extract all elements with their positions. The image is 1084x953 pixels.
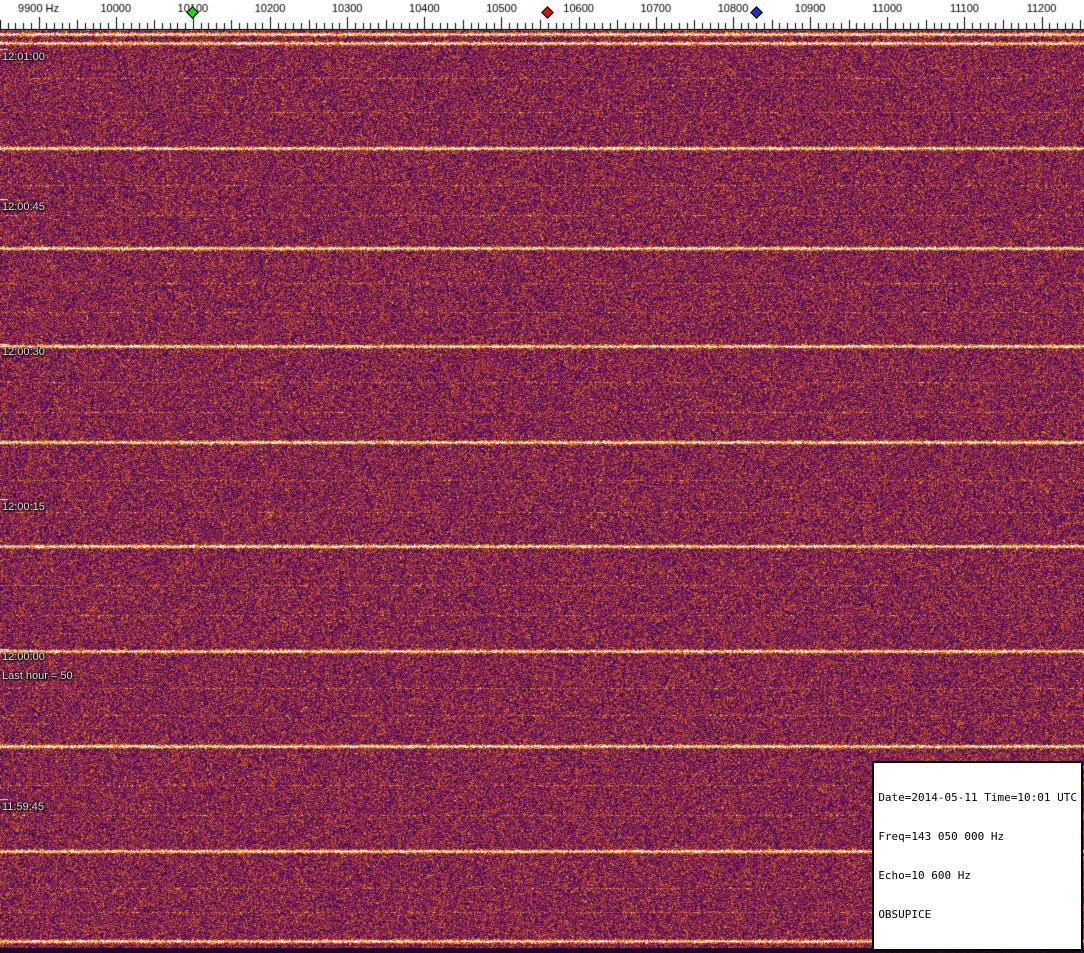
info-date-line: Date=2014-05-11 Time=10:01 UTC	[878, 791, 1077, 804]
info-echo-line: Echo=10 600 Hz	[878, 869, 972, 882]
info-box: Date=2014-05-11 Time=10:01 UTC Freq=143 …	[872, 761, 1083, 951]
frequency-scale-ticks	[0, 0, 1084, 30]
info-station-line: OBSUPICE	[878, 908, 932, 921]
info-freq-line: Freq=143 050 000 Hz	[878, 830, 1005, 843]
waterfall-display: 12:01:00 12:00:45 12:00:30 12:00:15 12:00:00…	[0, 0, 1084, 953]
frequency-ruler	[0, 0, 1084, 30]
